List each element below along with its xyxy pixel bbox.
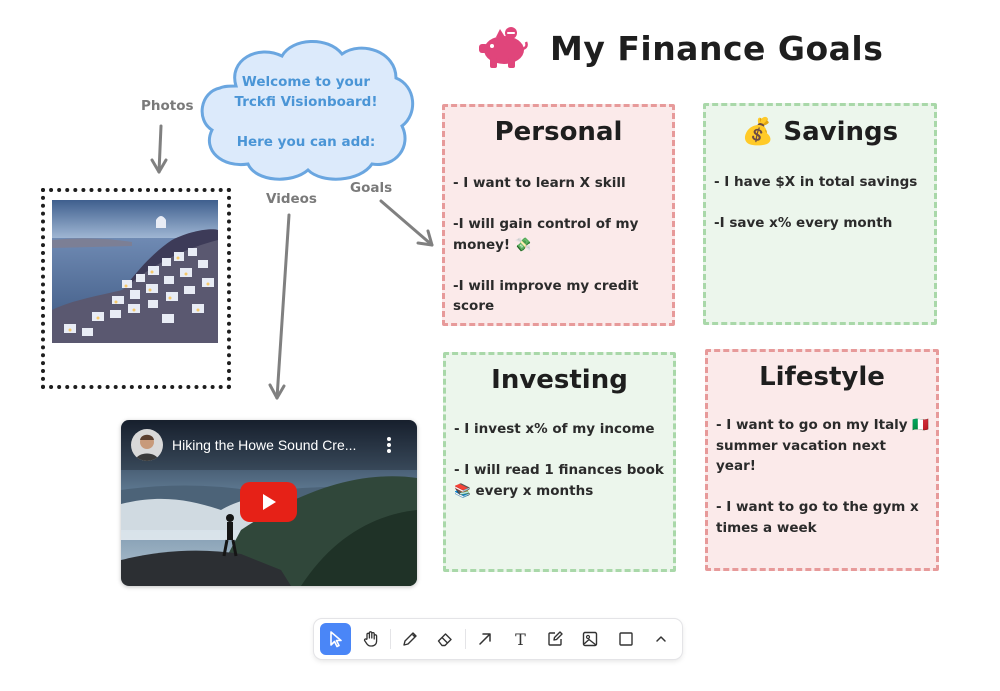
arrow-tool-button[interactable] bbox=[470, 623, 500, 655]
whiteboard-canvas[interactable]: My Finance Goals Welcome to your Trckfi … bbox=[0, 0, 1000, 691]
select-icon bbox=[329, 631, 342, 648]
arrow-icon bbox=[479, 633, 492, 645]
hand-tool-button[interactable] bbox=[355, 623, 385, 655]
savings-card-body: - I have $X in total savings -I save x% … bbox=[714, 172, 928, 234]
text-icon: T bbox=[515, 629, 526, 649]
goals-arrow[interactable] bbox=[379, 199, 434, 247]
savings-item: - I have $X in total savings bbox=[714, 174, 918, 190]
more-tools-button[interactable] bbox=[645, 623, 675, 655]
note-tool-button[interactable] bbox=[540, 623, 570, 655]
lifestyle-item: - I want to go on my Italy 🇮🇹 summer vac… bbox=[716, 417, 930, 474]
drawing-toolbar: T bbox=[314, 619, 682, 659]
videos-arrow[interactable] bbox=[268, 213, 291, 400]
personal-card-title: Personal bbox=[494, 117, 623, 147]
investing-card-body: - I invest x% of my income - I will read… bbox=[454, 419, 667, 501]
eraser-icon bbox=[438, 633, 453, 647]
savings-card-title: 💰 Savings bbox=[741, 117, 899, 147]
note-icon bbox=[548, 631, 564, 646]
play-button-icon[interactable] bbox=[240, 482, 297, 522]
rectangle-icon bbox=[618, 632, 633, 646]
santorini-photo[interactable] bbox=[52, 200, 218, 343]
chevron-up-icon bbox=[655, 636, 666, 642]
image-tool-button[interactable] bbox=[575, 623, 605, 655]
savings-item: -I save x% every month bbox=[714, 215, 893, 231]
channel-avatar[interactable] bbox=[131, 429, 163, 461]
investing-item: - I invest x% of my income bbox=[454, 421, 655, 437]
video-title[interactable]: Hiking the Howe Sound Cre... bbox=[172, 437, 377, 453]
personal-item: -I will improve my credit score bbox=[453, 277, 639, 315]
toolbar-divider bbox=[465, 629, 466, 649]
investing-card[interactable]: Investing - I invest x% of my income - I… bbox=[443, 352, 676, 572]
personal-card-body: - I want to learn X skill -I will gain c… bbox=[453, 173, 666, 317]
lifestyle-item: - I want to go to the gym x times a week bbox=[716, 499, 919, 536]
pencil-icon bbox=[403, 632, 418, 646]
personal-item: - I want to learn X skill bbox=[453, 175, 626, 191]
select-tool-button[interactable] bbox=[320, 623, 351, 655]
lifestyle-card-body: - I want to go on my Italy 🇮🇹 summer vac… bbox=[716, 415, 930, 538]
lifestyle-card-title: Lifestyle bbox=[759, 362, 885, 392]
investing-item: - I will read 1 finances book 📚 every x … bbox=[454, 462, 664, 499]
photos-arrow[interactable] bbox=[150, 124, 168, 174]
video-embed[interactable]: Hiking the Howe Sound Cre... bbox=[121, 420, 417, 586]
image-icon bbox=[583, 631, 598, 647]
toolbar-divider bbox=[390, 629, 391, 649]
lifestyle-card[interactable]: Lifestyle - I want to go on my Italy 🇮🇹 … bbox=[705, 349, 939, 571]
text-tool-button[interactable]: T bbox=[505, 623, 535, 655]
hand-icon bbox=[363, 631, 377, 647]
eraser-tool-button[interactable] bbox=[430, 623, 460, 655]
more-options-icon[interactable] bbox=[383, 434, 395, 456]
investing-card-title: Investing bbox=[491, 365, 628, 395]
personal-item: -I will gain control of my money! 💸 bbox=[453, 216, 639, 253]
savings-card[interactable]: 💰 Savings - I have $X in total savings -… bbox=[703, 103, 937, 325]
rectangle-tool-button[interactable] bbox=[610, 623, 640, 655]
personal-card[interactable]: Personal - I want to learn X skill -I wi… bbox=[442, 104, 675, 326]
pencil-tool-button[interactable] bbox=[395, 623, 425, 655]
